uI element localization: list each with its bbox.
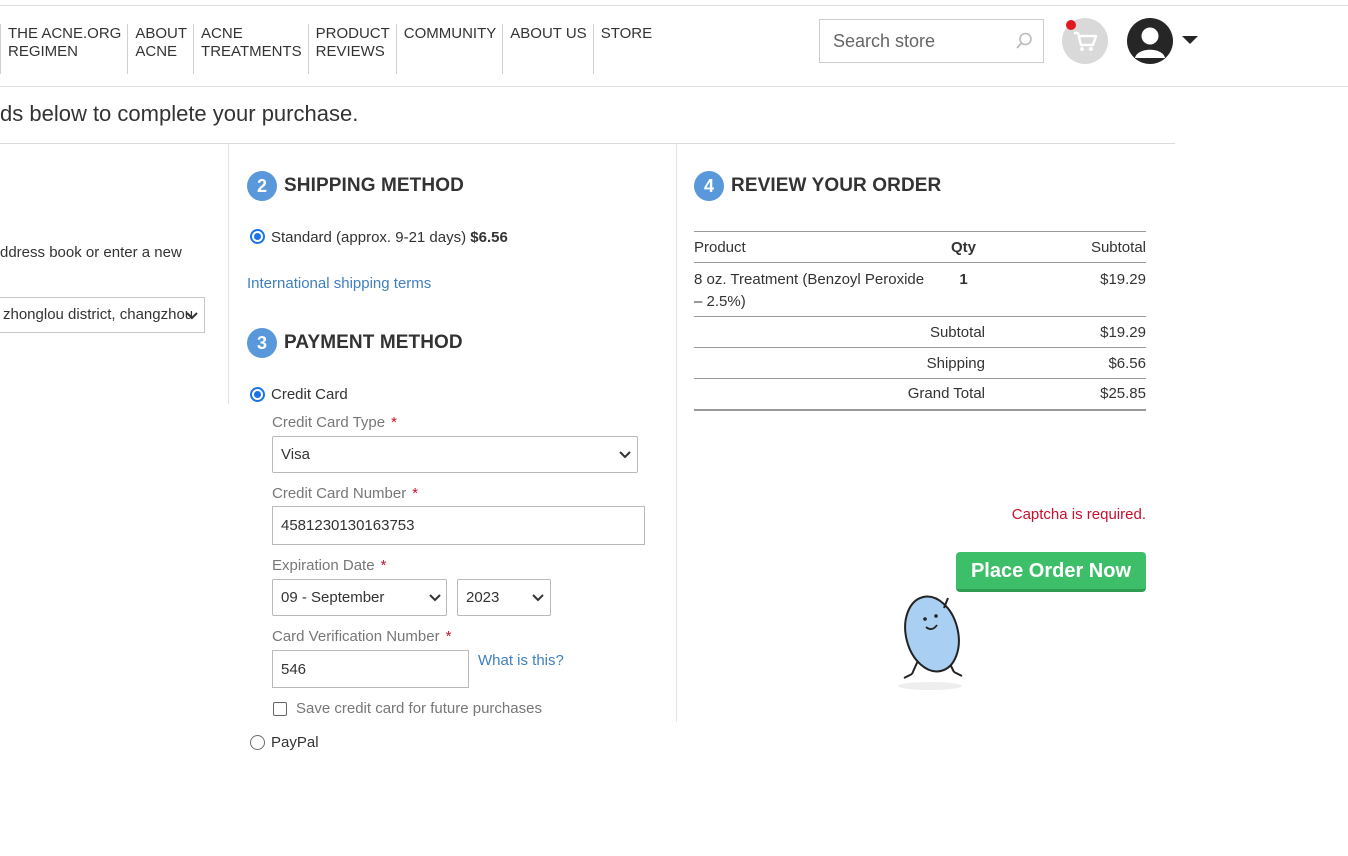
chevron-down-icon [429,594,441,602]
credit-card-label: Credit Card [271,386,348,403]
paypal-radio[interactable] [250,735,265,750]
avatar-icon[interactable] [1127,18,1173,64]
grand-total-value: $25.85 [985,378,1146,411]
shipping-label: Shipping [694,347,985,379]
pill-mascot-icon [898,595,963,690]
section-title: REVIEW YOUR ORDER [731,175,942,196]
column-header-subtotal: Subtotal [985,231,1146,263]
card-type-label-text: Credit Card Type [272,414,386,431]
expiration-year-value: 2023 [466,589,500,606]
cvv-label: Card Verification Number * [272,628,451,645]
column-header-qty: Qty [942,231,985,263]
shipping-option-text: Standard (approx. 9-21 days) [271,229,467,246]
search-icon[interactable] [1014,31,1034,51]
card-type-label: Credit Card Type * [272,414,397,431]
expiration-label-text: Expiration Date [272,557,375,574]
shipping-value: $6.56 [985,347,1146,379]
nav-item-about-us[interactable]: ABOUT US [502,24,592,74]
nav-item-acne-treatments[interactable]: ACNE TREATMENTS [193,24,308,74]
nav-item-community[interactable]: COMMUNITY [395,24,503,74]
column-header-product: Product [694,231,942,263]
expiration-month-value: 09 - September [281,589,385,606]
shipping-option-price: $6.56 [470,229,508,246]
subtotal-row: Subtotal $19.29 [694,316,1146,348]
item-subtotal: $19.29 [985,262,1146,317]
card-number-label: Credit Card Number * [272,485,418,502]
cvv-input[interactable] [272,650,469,688]
expiration-month-select[interactable]: 09 - September [272,579,447,616]
international-shipping-link[interactable]: International shipping terms [247,275,431,292]
item-qty: 1 [942,262,985,317]
shipping-method-header: 2 SHIPPING METHOD [247,171,464,201]
subtotal-value: $19.29 [985,316,1146,348]
nav-item-regimen[interactable]: THE ACNE.ORG REGIMEN [0,24,127,74]
step-number: 4 [694,171,724,201]
column-divider [676,144,677,722]
credit-card-radio[interactable] [250,387,265,402]
card-number-input[interactable] [272,506,645,545]
payment-method-header: 3 PAYMENT METHOD [247,328,463,358]
review-order-header: 4 REVIEW YOUR ORDER [694,171,941,201]
section-title: PAYMENT METHOD [284,332,463,353]
cvv-help-link[interactable]: What is this? [478,652,564,669]
checkout-instruction: ds below to complete your purchase. [0,101,359,126]
save-card-checkbox[interactable] [273,702,287,716]
required-mark: * [412,485,419,502]
search-box [819,19,1044,63]
subtotal-label: Subtotal [694,316,985,348]
nav-item-store[interactable]: STORE [592,24,658,74]
nav-item-about-acne[interactable]: ABOUT ACNE [127,24,193,74]
grand-total-row: Grand Total $25.85 [694,378,1146,411]
required-mark: * [445,628,452,645]
column-divider [228,144,229,404]
cvv-label-text: Card Verification Number [272,628,440,645]
shipping-row: Shipping $6.56 [694,347,1146,379]
cart-notification-dot [1066,20,1076,30]
card-number-label-text: Credit Card Number [272,485,407,502]
chevron-down-icon [619,451,631,459]
address-select-value: zhonglou district, changzhou [3,306,194,323]
nav-item-product-reviews[interactable]: PRODUCT REVIEWS [307,24,396,74]
place-order-button[interactable]: Place Order Now [956,552,1146,592]
shipping-standard-radio[interactable] [250,229,265,244]
required-mark: * [380,557,387,574]
grand-total-label: Grand Total [694,378,985,411]
step-number: 3 [247,328,277,358]
divider [0,143,1175,144]
shipping-option-label: Standard (approx. 9-21 days) $6.56 [271,229,508,246]
table-row: 8 oz. Treatment (Benzoyl Peroxide – 2.5%… [694,262,1146,317]
account-menu-caret-icon[interactable] [1181,34,1199,46]
paypal-label: PayPal [271,734,319,751]
card-type-value: Visa [281,446,310,463]
save-card-label: Save credit card for future purchases [296,700,542,717]
required-mark: * [391,414,397,431]
section-title: SHIPPING METHOD [284,175,464,196]
item-name: 8 oz. Treatment (Benzoyl Peroxide – 2.5%… [694,262,942,317]
chevron-down-icon [186,312,198,320]
address-instruction: ddress book or enter a new [0,244,182,261]
card-type-select[interactable]: Visa [272,436,638,473]
table-header-row: Product Qty Subtotal [694,231,1146,263]
step-number: 2 [247,171,277,201]
expiration-label: Expiration Date * [272,557,386,574]
address-select[interactable]: zhonglou district, changzhou [0,297,205,333]
order-summary-table: Product Qty Subtotal 8 oz. Treatment (Be… [694,231,1146,411]
main-nav: THE ACNE.ORG REGIMEN ABOUT ACNE ACNE TRE… [0,24,658,74]
chevron-down-icon [532,594,544,602]
captcha-error: Captcha is required. [1011,506,1146,523]
search-input[interactable] [820,20,1005,62]
